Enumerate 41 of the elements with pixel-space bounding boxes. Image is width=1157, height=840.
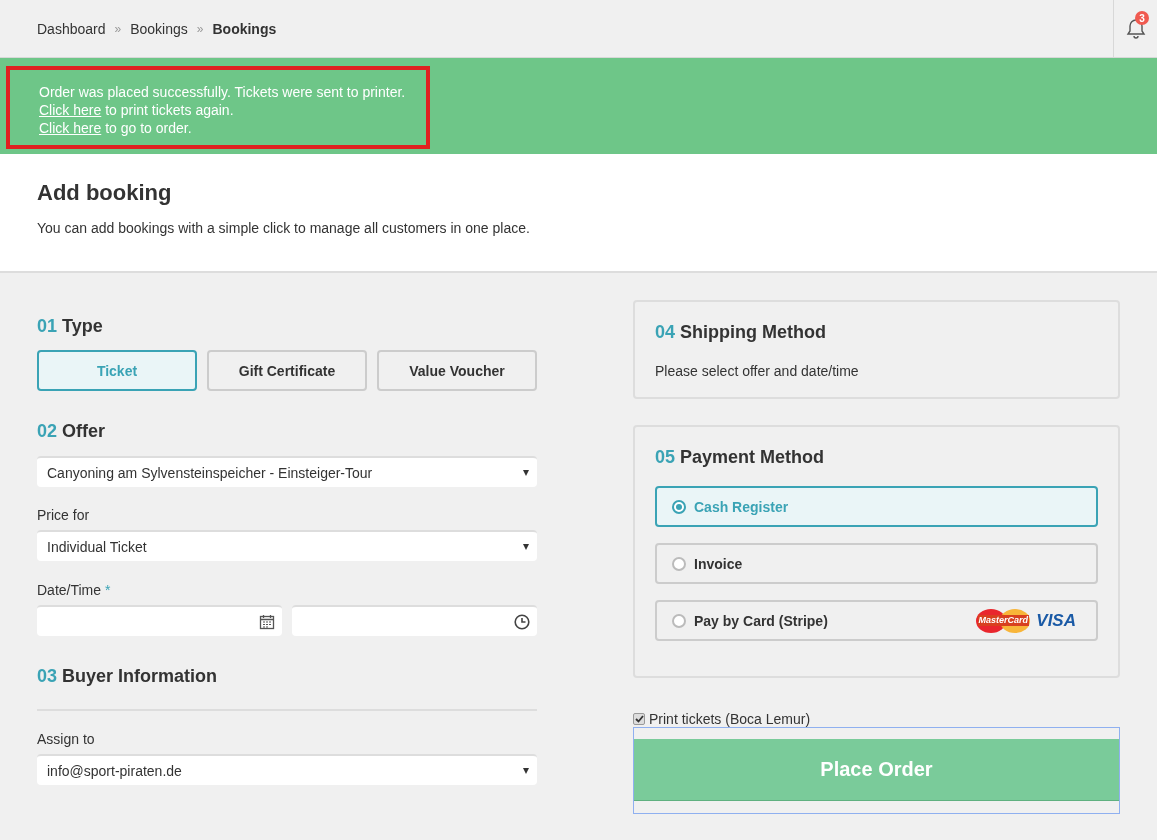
shipping-note: Please select offer and date/time	[655, 363, 860, 379]
section-heading: 02 Offer	[37, 421, 107, 442]
breadcrumb-item: Bookings	[212, 20, 277, 37]
section-heading: 04 Shipping Method	[655, 322, 827, 343]
breadcrumb-separator: »	[114, 21, 122, 36]
radio-button[interactable]	[672, 613, 686, 628]
card-logo: MasterCard	[976, 608, 1031, 633]
card-logo: VISA	[1036, 610, 1076, 631]
alert-message: Click here to go to order.	[39, 119, 193, 137]
alert-message: Click here to print tickets again.	[39, 101, 235, 119]
caret-icon	[523, 469, 529, 476]
price-select[interactable]: Individual Ticket	[37, 530, 537, 561]
radio-button[interactable]	[672, 556, 686, 571]
field-label: Assign to	[37, 731, 96, 747]
checkbox-label: Print tickets (Boca Lemur)	[649, 711, 811, 727]
section-heading: 05 Payment Method	[655, 447, 826, 468]
section-heading: 01 Type	[37, 316, 104, 337]
payment-option[interactable]: Pay by Card (Stripe) MasterCard VISA	[655, 600, 1098, 641]
breadcrumb-item[interactable]: Dashboard	[37, 20, 106, 37]
checkbox[interactable]	[633, 713, 645, 725]
field-label: Date/Time *	[37, 582, 112, 598]
type-option[interactable]: Value Voucher	[377, 350, 537, 391]
breadcrumb-separator: »	[196, 21, 204, 36]
calendar-icon	[259, 613, 275, 630]
section-heading: 03 Buyer Information	[37, 666, 219, 687]
time-field[interactable]	[292, 605, 537, 636]
caret-icon	[523, 767, 529, 774]
notification-badge: 3	[1135, 11, 1149, 25]
offer-select[interactable]: Canyoning am Sylvensteinspeicher - Einsteiger-Tour	[37, 456, 537, 487]
breadcrumb-item[interactable]: Bookings	[130, 20, 188, 37]
caret-icon	[523, 543, 529, 550]
type-option[interactable]: Gift Certificate	[207, 350, 367, 391]
field-label: Price for	[37, 507, 91, 523]
page-title: Add booking	[37, 180, 173, 206]
alert-message: Order was placed successfully. Tickets were sent to printer.	[39, 83, 407, 101]
clock-icon	[514, 613, 530, 630]
page-subtitle: You can add bookings with a simple click to manage all customers in one place.	[37, 220, 531, 236]
assign-select[interactable]: info@sport-piraten.de	[37, 754, 537, 785]
radio-button[interactable]	[672, 499, 686, 514]
date-field[interactable]	[37, 605, 282, 636]
payment-option[interactable]: Invoice	[655, 543, 1098, 584]
